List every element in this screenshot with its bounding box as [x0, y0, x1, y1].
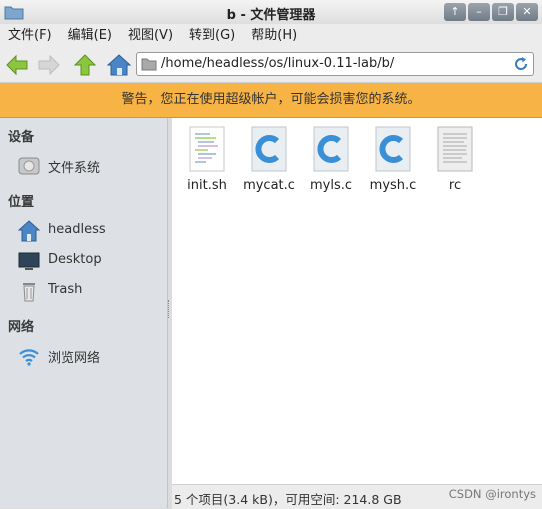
menu-edit[interactable]: 编辑(E) — [60, 24, 120, 48]
sidebar-item-trash[interactable]: Trash — [18, 278, 163, 304]
forward-arrow-icon[interactable] — [36, 53, 62, 77]
status-text: 5 个项目(3.4 kB)，可用空间: 214.8 GB — [174, 492, 402, 507]
file-name: mycat.c — [243, 178, 295, 193]
sidebar-item-label: Desktop — [48, 252, 102, 267]
sidebar: 设备 文件系统 位置 headless Desktop Trash 网络 浏览网… — [0, 118, 168, 508]
script-file-icon — [189, 126, 225, 172]
folder-icon — [141, 58, 157, 71]
sidebar-item-label: 文件系统 — [48, 161, 101, 176]
sidebar-item-filesystem[interactable]: 文件系统 — [18, 153, 163, 179]
close-button[interactable]: ✕ — [516, 3, 538, 21]
c-source-icon — [375, 126, 411, 172]
trash-icon — [23, 283, 35, 302]
back-arrow-icon[interactable] — [4, 53, 30, 77]
watermark: CSDN @irontys — [448, 487, 536, 501]
window-controls: ↑ – ❐ ✕ — [442, 3, 538, 21]
sidebar-item-headless[interactable]: headless — [18, 218, 163, 244]
minimize-button[interactable]: – — [468, 3, 490, 21]
file-name: myls.c — [309, 178, 353, 193]
keep-above-button[interactable]: ↑ — [444, 3, 466, 21]
sidebar-item-label: headless — [48, 222, 106, 237]
desktop-icon — [18, 252, 40, 270]
file-item-rc[interactable]: rc — [424, 126, 486, 196]
file-name: rc — [448, 178, 462, 193]
sidebar-item-browse-network[interactable]: 浏览网络 — [18, 343, 163, 369]
menu-bar: 文件(F) 编辑(E) 视图(V) 转到(G) 帮助(H) — [0, 24, 542, 48]
c-source-icon — [313, 126, 349, 172]
maximize-button[interactable]: ❐ — [492, 3, 514, 21]
c-source-icon — [251, 126, 287, 172]
file-name: init.sh — [187, 178, 227, 193]
menu-file[interactable]: 文件(F) — [0, 24, 60, 48]
harddrive-icon — [18, 157, 40, 175]
file-name: mysh.c — [369, 178, 417, 193]
title-bar: b - 文件管理器 ↑ – ❐ ✕ — [0, 0, 542, 25]
file-item-myls-c[interactable]: myls.c — [300, 126, 362, 196]
menu-view[interactable]: 视图(V) — [120, 24, 181, 48]
sidebar-heading-network: 网络 — [8, 320, 35, 335]
up-arrow-icon[interactable] — [72, 53, 98, 77]
menu-go[interactable]: 转到(G) — [181, 24, 243, 48]
location-path[interactable]: /home/headless/os/linux-0.11-lab/b/ — [161, 56, 394, 71]
status-bar: 5 个项目(3.4 kB)，可用空间: 214.8 GB CSDN @iront… — [172, 484, 542, 509]
sidebar-item-label: 浏览网络 — [48, 351, 101, 366]
text-file-icon — [437, 126, 473, 172]
home-icon — [18, 220, 40, 242]
file-item-mysh-c[interactable]: mysh.c — [362, 126, 424, 196]
wifi-icon — [19, 349, 39, 366]
location-bar[interactable]: /home/headless/os/linux-0.11-lab/b/ — [136, 52, 534, 76]
file-item-init-sh[interactable]: init.sh — [176, 126, 238, 196]
file-view: init.sh mycat.c myls.c mysh.c rc — [172, 118, 542, 484]
menu-help[interactable]: 帮助(H) — [243, 24, 305, 48]
sidebar-item-label: Trash — [48, 282, 83, 297]
sidebar-item-desktop[interactable]: Desktop — [18, 248, 163, 274]
refresh-icon[interactable] — [513, 56, 529, 72]
home-icon[interactable] — [106, 53, 132, 77]
root-warning-banner: 警告，您正在使用超级帐户，可能会损害您的系统。 — [0, 83, 542, 118]
sidebar-heading-devices: 设备 — [8, 130, 35, 145]
sidebar-heading-places: 位置 — [8, 195, 35, 210]
file-item-mycat-c[interactable]: mycat.c — [238, 126, 300, 196]
